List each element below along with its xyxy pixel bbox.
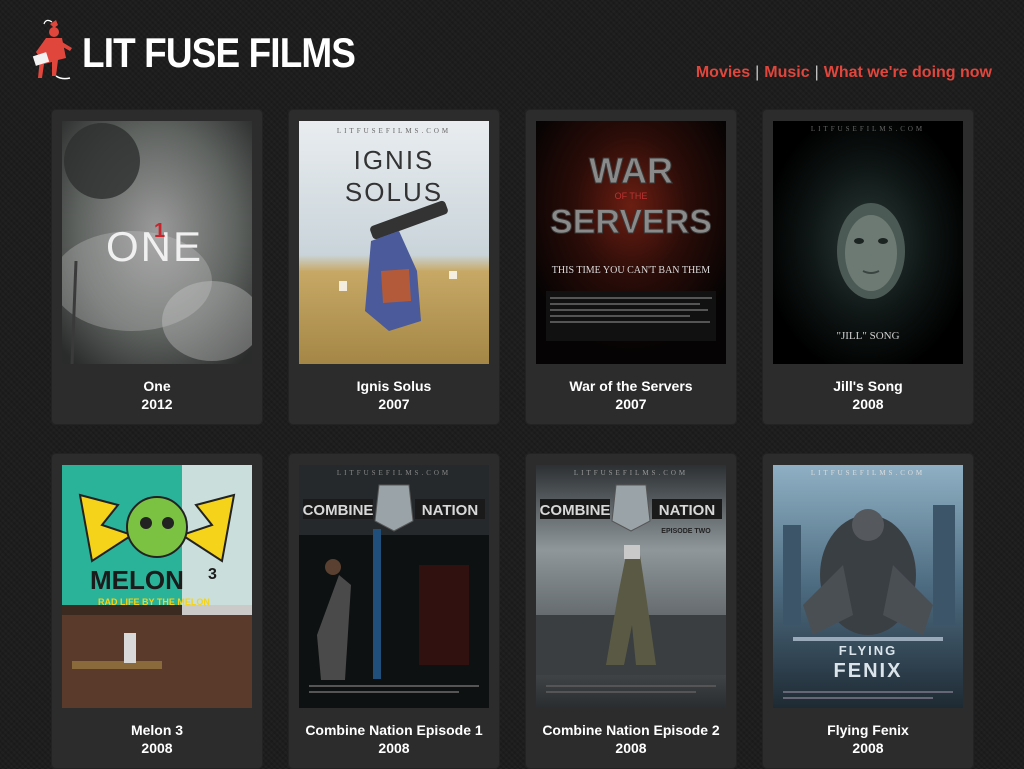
svg-text:OF THE: OF THE xyxy=(615,191,648,201)
film-title: Ignis Solus xyxy=(356,378,432,394)
film-poster[interactable]: MELON 3 RAD LIFE BY THE MELON xyxy=(62,465,252,708)
poster-title: WAR xyxy=(589,150,673,191)
svg-text:LITFUSEFILMS.COM: LITFUSEFILMS.COM xyxy=(337,127,451,135)
film-card-combine-nation-1[interactable]: LITFUSEFILMS.COM COMBINE NATION Combine … xyxy=(288,453,500,769)
svg-text:SERVERS: SERVERS xyxy=(550,203,712,241)
svg-text:EPISODE TWO: EPISODE TWO xyxy=(661,528,711,535)
svg-text:SOLUS: SOLUS xyxy=(345,177,443,207)
film-card-war-of-the-servers[interactable]: WAR OF THE SERVERS THIS TIME YOU CAN'T B… xyxy=(525,109,737,425)
film-title: War of the Servers xyxy=(569,378,693,394)
poster-title: "JILL" SONG xyxy=(836,330,899,342)
svg-text:RAD LIFE BY THE MELON: RAD LIFE BY THE MELON xyxy=(98,597,210,607)
site-header: LIT FUSE FILMS Movies | Music | What we're d… xyxy=(0,0,1024,100)
site-logo[interactable]: LIT FUSE FILMS xyxy=(32,18,392,82)
nav-separator: | xyxy=(814,64,819,81)
film-title: Melon 3 xyxy=(130,722,184,738)
film-title: Combine Nation Episode 1 xyxy=(305,722,483,738)
film-title: Flying Fenix xyxy=(827,722,909,738)
film-year: 2008 xyxy=(852,396,884,412)
film-year: 2008 xyxy=(141,740,173,756)
svg-text:NATION: NATION xyxy=(422,502,478,519)
poster-title: IGNIS xyxy=(354,145,435,175)
svg-text:LITFUSEFILMS.COM: LITFUSEFILMS.COM xyxy=(811,469,925,477)
film-poster[interactable]: LITFUSEFILMS.COM COMBINE NATION xyxy=(299,465,489,708)
nav-separator: | xyxy=(755,64,760,81)
film-card-flying-fenix[interactable]: LITFUSEFILMS.COM FLYING FENIX Flying Fen… xyxy=(762,453,974,769)
svg-text:FENIX: FENIX xyxy=(834,660,903,682)
svg-text:LITFUSEFILMS.COM: LITFUSEFILMS.COM xyxy=(574,469,688,477)
film-card-combine-nation-2[interactable]: LITFUSEFILMS.COM COMBINE NATION EPISODE … xyxy=(525,453,737,769)
film-poster[interactable]: LITFUSEFILMS.COM IGNIS SOLUS xyxy=(299,121,489,364)
poster-title: MELON xyxy=(90,565,184,595)
film-year: 2008 xyxy=(615,740,647,756)
film-poster[interactable]: LITFUSEFILMS.COM FLYING FENIX xyxy=(773,465,963,708)
poster-title: FLYING xyxy=(839,643,897,658)
svg-text:LITFUSEFILMS.COM: LITFUSEFILMS.COM xyxy=(337,469,451,477)
film-poster[interactable]: ONE 1 xyxy=(62,121,252,364)
svg-text:THIS TIME YOU CAN'T BAN THEM: THIS TIME YOU CAN'T BAN THEM xyxy=(552,265,710,276)
film-card-ignis-solus[interactable]: LITFUSEFILMS.COM IGNIS SOLUS Ignis Solus… xyxy=(288,109,500,425)
film-card-jills-song[interactable]: LITFUSEFILMS.COM "JILL" SONG Jill's Song… xyxy=(762,109,974,425)
poster-title: COMBINE xyxy=(540,502,611,519)
film-year: 2007 xyxy=(378,396,410,412)
film-card-one[interactable]: ONE 1 One 2012 xyxy=(51,109,263,425)
main-nav: Movies | Music | What we're doing now xyxy=(696,64,992,82)
film-title: One xyxy=(143,378,171,394)
svg-text:LITFUSEFILMS.COM: LITFUSEFILMS.COM xyxy=(811,125,925,133)
film-year: 2012 xyxy=(141,396,173,412)
film-year: 2008 xyxy=(378,740,410,756)
svg-text:NATION: NATION xyxy=(659,502,715,519)
film-year: 2008 xyxy=(852,740,884,756)
nav-item-movies[interactable]: Movies xyxy=(696,64,750,81)
film-title: Combine Nation Episode 2 xyxy=(542,722,720,738)
runner-with-fuse-icon xyxy=(32,18,78,82)
film-poster[interactable]: WAR OF THE SERVERS THIS TIME YOU CAN'T B… xyxy=(536,121,726,364)
nav-item-music[interactable]: Music xyxy=(764,64,809,81)
film-title: Jill's Song xyxy=(833,378,903,394)
film-poster[interactable]: LITFUSEFILMS.COM "JILL" SONG xyxy=(773,121,963,364)
nav-item-whats-new[interactable]: What we're doing now xyxy=(824,64,992,81)
film-year: 2007 xyxy=(615,396,647,412)
film-poster[interactable]: LITFUSEFILMS.COM COMBINE NATION EPISODE … xyxy=(536,465,726,708)
poster-title: COMBINE xyxy=(303,502,374,519)
svg-text:3: 3 xyxy=(208,566,217,583)
site-logo-text: LIT FUSE FILMS xyxy=(82,29,356,76)
svg-text:1: 1 xyxy=(154,220,165,242)
film-card-melon-3[interactable]: MELON 3 RAD LIFE BY THE MELON Melon 3 20… xyxy=(51,453,263,769)
